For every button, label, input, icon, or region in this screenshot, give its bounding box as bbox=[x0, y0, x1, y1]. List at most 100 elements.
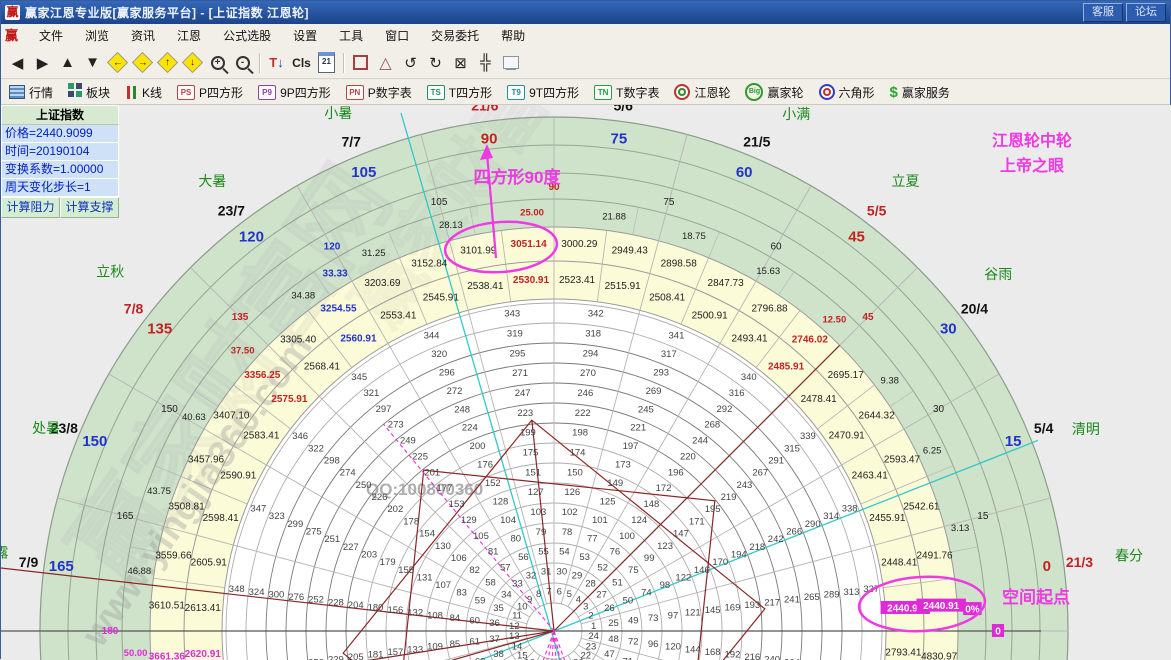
screen-icon[interactable] bbox=[498, 51, 523, 75]
svg-text:126: 126 bbox=[564, 487, 580, 498]
next-icon[interactable]: ▶ bbox=[30, 51, 55, 75]
svg-text:348: 348 bbox=[229, 584, 245, 595]
svg-text:314: 314 bbox=[823, 511, 839, 522]
triangle-tool-icon[interactable]: △ bbox=[373, 51, 398, 75]
winner-service-button[interactable]: $赢家服务 bbox=[890, 84, 950, 101]
svg-text:75: 75 bbox=[628, 565, 639, 576]
prev-icon[interactable]: ◀ bbox=[5, 51, 30, 75]
svg-text:2898.58: 2898.58 bbox=[661, 259, 698, 270]
calendar-icon[interactable]: 21 bbox=[314, 51, 339, 75]
menu-帮助[interactable]: 帮助 bbox=[490, 24, 536, 47]
svg-text:96: 96 bbox=[648, 639, 659, 650]
svg-text:45: 45 bbox=[848, 229, 865, 246]
svg-text:150: 150 bbox=[161, 404, 178, 415]
p-square-button[interactable]: PSP四方形 bbox=[177, 84, 243, 101]
svg-text:84: 84 bbox=[450, 613, 461, 624]
customer-service-button[interactable]: 客服 bbox=[1083, 3, 1123, 22]
zoom-out-icon[interactable]: - bbox=[230, 51, 255, 75]
svg-text:3457.96: 3457.96 bbox=[188, 454, 225, 465]
svg-text:2448.41: 2448.41 bbox=[881, 557, 918, 568]
svg-text:197: 197 bbox=[623, 441, 639, 452]
svg-text:148: 148 bbox=[643, 499, 659, 510]
svg-text:122: 122 bbox=[675, 572, 691, 583]
diamond-up-icon[interactable]: ↑ bbox=[155, 51, 180, 75]
calc-resistance-button[interactable]: 计算阻力 bbox=[1, 197, 60, 218]
menu-资讯[interactable]: 资讯 bbox=[120, 24, 166, 47]
svg-text:202: 202 bbox=[387, 504, 403, 515]
svg-text:2493.41: 2493.41 bbox=[731, 333, 768, 344]
delete-box-icon[interactable]: ⊠ bbox=[448, 51, 473, 75]
svg-text:347: 347 bbox=[250, 504, 266, 515]
svg-text:175: 175 bbox=[523, 448, 539, 459]
rotate-ccw-icon[interactable]: ↺ bbox=[398, 51, 423, 75]
9t-square-button[interactable]: T99T四方形 bbox=[507, 84, 579, 101]
hexagon-button[interactable]: 六角形 bbox=[819, 84, 875, 101]
svg-text:30: 30 bbox=[557, 567, 568, 578]
t-square-button[interactable]: TST四方形 bbox=[427, 84, 492, 101]
up-icon[interactable]: ▲ bbox=[55, 51, 80, 75]
t-down-icon[interactable]: T↓ bbox=[264, 51, 289, 75]
winner-wheel-button[interactable]: Big赢家轮 bbox=[745, 83, 803, 101]
svg-text:297: 297 bbox=[376, 404, 392, 415]
diamond-down-icon[interactable]: ↓ bbox=[180, 51, 205, 75]
9p-square-button[interactable]: P99P四方形 bbox=[258, 84, 331, 101]
svg-text:15.63: 15.63 bbox=[756, 266, 780, 277]
rotate-cw-icon[interactable]: ↻ bbox=[423, 51, 448, 75]
diamond-left-icon[interactable]: ← bbox=[105, 51, 130, 75]
menu-公式选股[interactable]: 公式选股 bbox=[212, 24, 282, 47]
quotes-button[interactable]: 行情 bbox=[9, 84, 53, 101]
menu-工具[interactable]: 工具 bbox=[328, 24, 374, 47]
svg-text:220: 220 bbox=[680, 451, 696, 462]
svg-text:341: 341 bbox=[669, 330, 685, 341]
forum-button[interactable]: 论坛 bbox=[1126, 3, 1166, 22]
svg-text:34: 34 bbox=[501, 589, 512, 600]
center-cross-icon[interactable]: ╬ bbox=[473, 51, 498, 75]
svg-text:2: 2 bbox=[588, 611, 593, 622]
svg-text:292: 292 bbox=[717, 404, 733, 415]
menu-窗口[interactable]: 窗口 bbox=[374, 24, 420, 47]
svg-text:73: 73 bbox=[648, 613, 659, 624]
svg-text:2593.47: 2593.47 bbox=[884, 454, 921, 465]
sectors-button[interactable]: 板块 bbox=[68, 84, 110, 101]
down-icon[interactable]: ▼ bbox=[80, 51, 105, 75]
gann-toolbar: 行情 板块 K线 PSP四方形 P99P四方形 PNP数字表 TST四方形 T99T四方形 TN… bbox=[1, 80, 1170, 105]
menu-设置[interactable]: 设置 bbox=[282, 24, 328, 47]
svg-text:78: 78 bbox=[562, 527, 573, 538]
svg-text:132: 132 bbox=[407, 608, 423, 619]
svg-text:293: 293 bbox=[653, 367, 669, 378]
gann-wheel-canvas[interactable]: 赢家财富网赢家财富网www.yingjia360.comQQ:100800360… bbox=[1, 105, 1171, 660]
svg-text:51: 51 bbox=[612, 577, 623, 588]
kline-button[interactable]: K线 bbox=[125, 84, 162, 101]
svg-text:3051.14: 3051.14 bbox=[511, 239, 548, 250]
app-window: { "title_bar": { "logo": "赢", "title": "… bbox=[0, 0, 1171, 659]
svg-text:316: 316 bbox=[729, 388, 745, 399]
calc-support-button[interactable]: 计算支撑 bbox=[60, 197, 119, 218]
9p-square-button-label: 9P四方形 bbox=[280, 84, 331, 101]
svg-text:3203.69: 3203.69 bbox=[364, 278, 401, 289]
sectors-button-label: 板块 bbox=[86, 84, 110, 101]
t-table-button[interactable]: TNT数字表 bbox=[594, 84, 659, 101]
svg-text:3101.99: 3101.99 bbox=[460, 245, 497, 256]
zoom-in-icon[interactable]: + bbox=[205, 51, 230, 75]
svg-text:250: 250 bbox=[356, 480, 372, 491]
svg-text:127: 127 bbox=[528, 487, 544, 498]
svg-text:20/4: 20/4 bbox=[961, 300, 988, 316]
svg-text:2470.91: 2470.91 bbox=[829, 430, 866, 441]
menu-文件[interactable]: 文件 bbox=[28, 24, 74, 47]
square-tool-icon[interactable] bbox=[348, 51, 373, 75]
menu-江恩[interactable]: 江恩 bbox=[166, 24, 212, 47]
cls-button[interactable]: Cls bbox=[289, 51, 314, 75]
svg-text:2478.41: 2478.41 bbox=[801, 394, 838, 405]
t-square-button-icon: TS bbox=[427, 85, 445, 100]
menu-logo-icon: 赢 bbox=[5, 28, 20, 43]
gann-wheel-button[interactable]: 江恩轮 bbox=[674, 84, 730, 101]
svg-text:25.00: 25.00 bbox=[520, 208, 544, 219]
svg-text:265: 265 bbox=[804, 592, 820, 603]
diamond-right-icon[interactable]: → bbox=[130, 51, 155, 75]
svg-text:9: 9 bbox=[527, 594, 532, 605]
quotes-button-icon bbox=[9, 85, 25, 99]
p-table-button[interactable]: PNP数字表 bbox=[346, 84, 412, 101]
svg-text:125: 125 bbox=[600, 497, 616, 508]
menu-交易委托[interactable]: 交易委托 bbox=[420, 24, 490, 47]
menu-浏览[interactable]: 浏览 bbox=[74, 24, 120, 47]
